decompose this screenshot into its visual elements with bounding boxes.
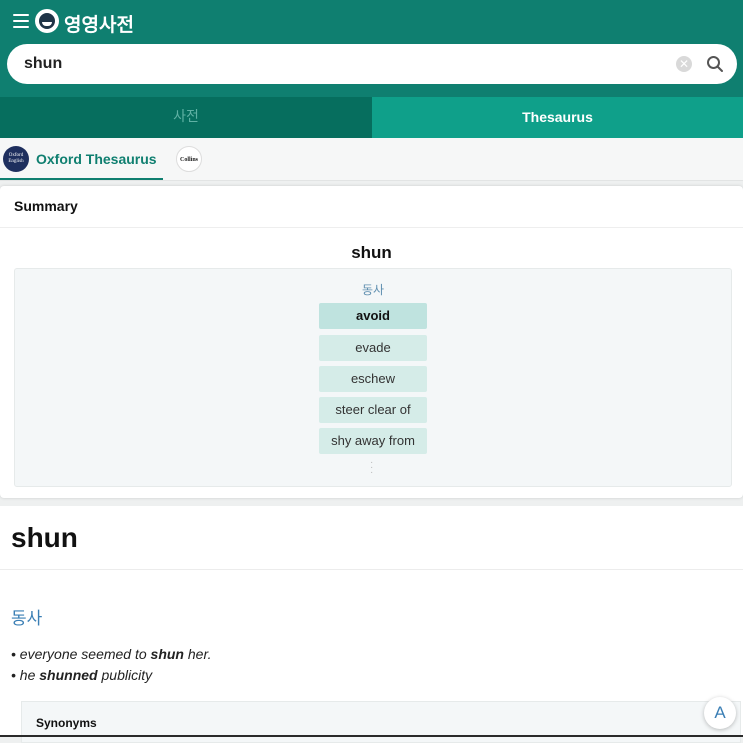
example-text: her. <box>184 646 212 662</box>
app-header: 영영사전 shun ✕ <box>0 0 743 97</box>
search-input[interactable]: shun ✕ <box>7 44 737 84</box>
font-size-button[interactable]: A <box>704 697 736 729</box>
more-icon[interactable]: · · · <box>370 458 374 478</box>
source-tab-oxford-label: Oxford Thesaurus <box>36 151 157 167</box>
example-text: he <box>19 667 40 683</box>
summary-header: Summary <box>0 186 743 228</box>
tab-thesaurus[interactable]: Thesaurus <box>372 97 743 138</box>
summary-card: Summary shun 동사 avoid evade eschew steer… <box>0 186 743 498</box>
search-icon[interactable] <box>706 55 724 73</box>
synonym-chip[interactable]: avoid <box>319 303 427 329</box>
summary-pos-label: 동사 <box>361 283 385 297</box>
main-tabs: 사전 Thesaurus <box>0 97 743 138</box>
clear-icon[interactable]: ✕ <box>676 56 692 72</box>
oxford-logo-icon: Oxford English <box>3 146 29 172</box>
summary-title: Summary <box>14 198 78 214</box>
synonym-chip[interactable]: shy away from <box>319 428 427 454</box>
app-title: 영영사전 <box>64 14 134 36</box>
example-text: everyone seemed to <box>19 646 151 662</box>
entry-divider <box>0 569 743 570</box>
source-tab-oxford[interactable]: Oxford English Oxford Thesaurus <box>0 138 163 180</box>
example-text: publicity <box>97 667 153 683</box>
example-highlight: shun <box>150 646 184 662</box>
synonym-chip[interactable]: eschew <box>319 366 427 392</box>
entry-section: shun 동사 • everyone seemed to shun her. •… <box>0 506 743 743</box>
hamburger-icon[interactable] <box>13 14 29 28</box>
example-sentence: • he shunned publicity <box>11 667 153 683</box>
synonyms-label: Synonyms <box>36 716 97 730</box>
synonym-chip[interactable]: steer clear of <box>319 397 427 423</box>
synonym-chip[interactable]: evade <box>319 335 427 361</box>
source-tab-collins[interactable]: Collins <box>176 146 202 172</box>
summary-synonyms-box: 동사 avoid evade eschew steer clear of shy… <box>14 268 732 487</box>
tab-dictionary[interactable]: 사전 <box>0 97 372 138</box>
entry-headword: shun <box>11 522 78 553</box>
source-tabs: Oxford English Oxford Thesaurus <box>0 138 743 181</box>
summary-word: shun <box>351 243 392 262</box>
app-logo-icon <box>35 9 59 33</box>
example-highlight: shunned <box>39 667 98 683</box>
example-sentence: • everyone seemed to shun her. <box>11 646 212 662</box>
search-query-text[interactable]: shun <box>24 55 62 73</box>
entry-pos-label: 동사 <box>11 609 43 629</box>
